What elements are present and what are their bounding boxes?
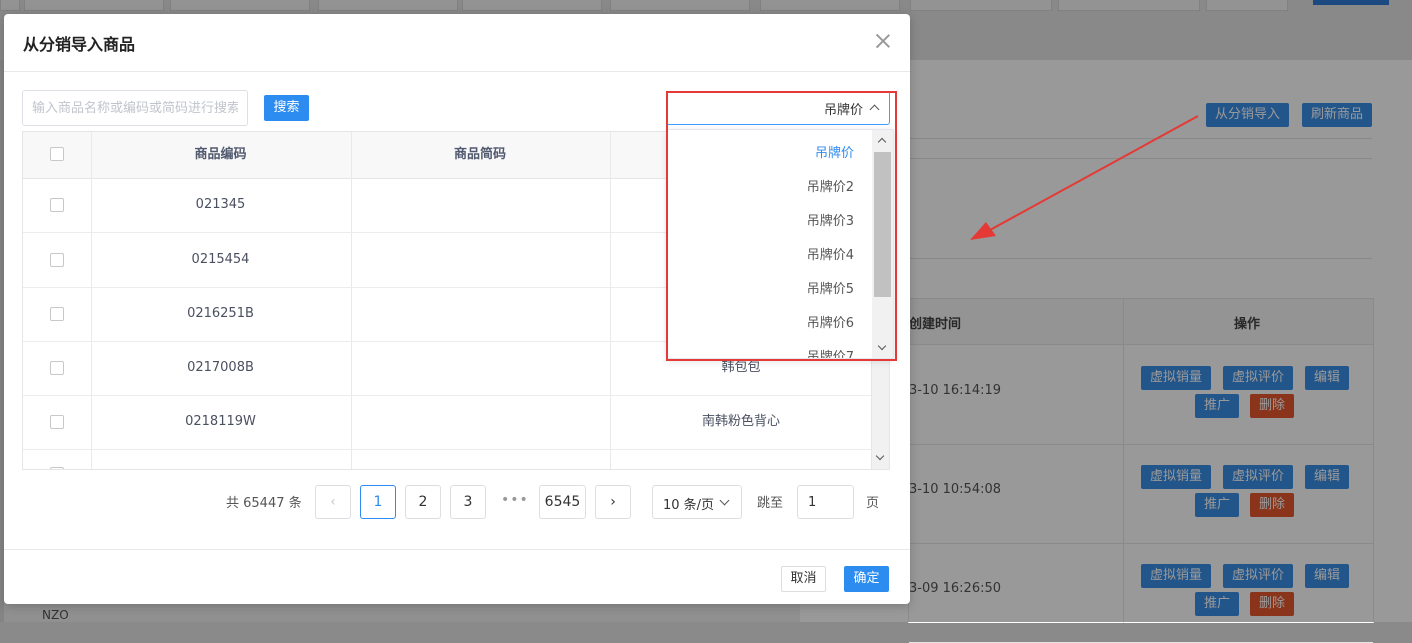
next-page-button[interactable]: ›: [595, 485, 631, 519]
price-option[interactable]: 吊牌价3: [668, 205, 872, 239]
page-button-3[interactable]: 3: [450, 485, 486, 519]
price-type-select[interactable]: 吊牌价: [666, 91, 890, 125]
search-input[interactable]: [22, 90, 248, 126]
jump-page-input[interactable]: [797, 485, 854, 519]
page-button-last[interactable]: 6545: [539, 485, 586, 519]
cancel-button[interactable]: 取消: [781, 566, 826, 592]
table-row: [23, 450, 871, 469]
row-checkbox[interactable]: [50, 361, 64, 375]
close-icon[interactable]: [872, 30, 894, 52]
product-code: 021345: [195, 197, 246, 212]
page-button-2[interactable]: 2: [405, 485, 441, 519]
page-button-1[interactable]: 1: [360, 485, 396, 519]
product-code: 0217008B: [187, 360, 254, 375]
code-header: 商品编码: [194, 147, 247, 162]
product-name: 南韩粉色背心: [701, 414, 780, 429]
scroll-up-icon[interactable]: [877, 137, 887, 147]
price-type-dropdown: 吊牌价 吊牌价2 吊牌价3 吊牌价4 吊牌价5 吊牌价6 吊牌价7: [667, 129, 894, 359]
dialog-footer: 取消 确定: [4, 549, 910, 605]
row-checkbox[interactable]: [50, 198, 64, 212]
chevron-down-icon: [719, 495, 730, 506]
price-option[interactable]: 吊牌价4: [668, 239, 872, 273]
confirm-button[interactable]: 确定: [844, 566, 889, 592]
row-checkbox[interactable]: [50, 415, 64, 429]
scroll-down-icon[interactable]: [877, 341, 887, 351]
page-size-select[interactable]: 10 条/页: [652, 485, 742, 519]
select-all-checkbox[interactable]: [50, 147, 64, 161]
dropdown-scrollbar[interactable]: [872, 130, 893, 358]
row-checkbox[interactable]: [50, 307, 64, 321]
page-unit-label: 页: [866, 496, 880, 511]
chevron-up-icon: [869, 104, 880, 115]
select-value: 吊牌价: [823, 103, 863, 118]
row-checkbox[interactable]: [50, 467, 64, 469]
page-ellipsis[interactable]: •••: [501, 492, 529, 508]
scroll-down-icon[interactable]: [875, 451, 885, 461]
short-code-header: 商品简码: [453, 147, 506, 162]
row-checkbox[interactable]: [50, 253, 64, 267]
page-size-value: 10 条/页: [663, 498, 715, 513]
scroll-thumb[interactable]: [874, 152, 891, 297]
pagination: 共 65447 条 ‹ 1 2 3 ••• 6545 › 10 条/页 跳至 页: [4, 484, 910, 524]
table-row: 0218119W 南韩粉色背心: [23, 395, 871, 450]
product-code: 0218119W: [185, 414, 256, 429]
total-count: 共 65447 条: [226, 496, 302, 511]
search-button[interactable]: 搜索: [264, 95, 309, 121]
prev-page-button[interactable]: ‹: [315, 485, 351, 519]
price-option[interactable]: 吊牌价7: [668, 341, 872, 358]
price-option[interactable]: 吊牌价: [668, 137, 872, 171]
jump-label: 跳至: [757, 496, 784, 511]
price-option[interactable]: 吊牌价2: [668, 171, 872, 205]
price-option[interactable]: 吊牌价6: [668, 307, 872, 341]
product-code: 0216251B: [187, 306, 254, 321]
dialog-title: 从分销导入商品: [23, 35, 136, 54]
product-code: 0215454: [191, 252, 250, 267]
dialog-header: 从分销导入商品: [4, 14, 910, 72]
price-option[interactable]: 吊牌价5: [668, 273, 872, 307]
